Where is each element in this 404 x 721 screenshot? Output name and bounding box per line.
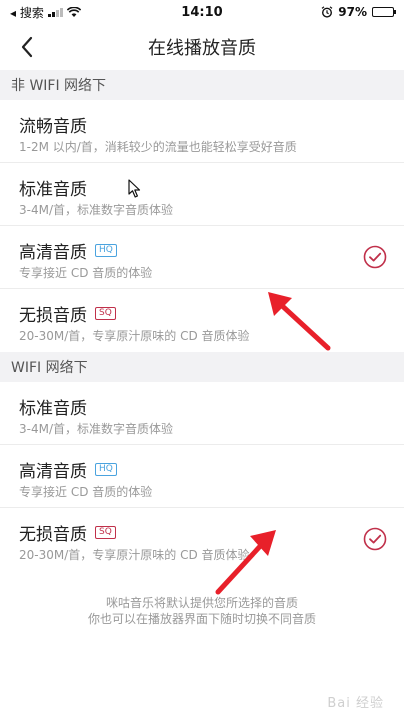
option-title-text: 标准音质 xyxy=(19,180,87,200)
option-non-wifi-standard[interactable]: 标准音质 3-4M/首，标准数字音质体验 xyxy=(0,163,404,226)
sq-badge: SQ xyxy=(95,526,116,539)
chevron-left-icon xyxy=(21,36,33,58)
option-desc: 3-4M/首，标准数字音质体验 xyxy=(19,422,173,436)
check-circle-icon xyxy=(363,527,387,551)
option-title: 高清音质 HQ xyxy=(19,238,117,263)
option-title: 无损音质 SQ xyxy=(19,301,116,326)
option-wifi-sq[interactable]: 无损音质 SQ 20-30M/首，专享原汁原味的 CD 音质体验 xyxy=(0,508,404,571)
option-title: 标准音质 xyxy=(19,394,87,419)
footer-line-1: 咪咕音乐将默认提供您所选择的音质 xyxy=(105,596,298,610)
option-title: 流畅音质 xyxy=(19,112,87,137)
status-time: 14:10 xyxy=(181,4,223,20)
hq-badge: HQ xyxy=(95,244,117,257)
option-desc: 3-4M/首，标准数字音质体验 xyxy=(19,203,173,217)
option-title: 高清音质 HQ xyxy=(19,457,117,482)
battery-icon xyxy=(372,7,396,17)
option-title-text: 无损音质 xyxy=(19,525,87,545)
footer-note: 咪咕音乐将默认提供您所选择的音质 你也可以在播放器界面下随时切换不同音质 xyxy=(0,595,404,627)
option-title: 标准音质 xyxy=(19,175,87,200)
page-title: 在线播放音质 xyxy=(148,38,256,59)
option-desc: 专享接近 CD 音质的体验 xyxy=(19,266,153,280)
option-non-wifi-sq[interactable]: 无损音质 SQ 20-30M/首，专享原汁原味的 CD 音质体验 xyxy=(0,289,404,352)
option-title-text: 高清音质 xyxy=(19,462,87,482)
section-header-wifi: WIFI 网络下 xyxy=(0,352,404,382)
nav-bar: 在线播放音质 xyxy=(0,24,404,70)
option-desc: 1-2M 以内/首，消耗较少的流量也能轻松享受好音质 xyxy=(19,140,297,154)
check-circle-icon xyxy=(363,245,387,269)
option-title-text: 无损音质 xyxy=(19,306,87,326)
option-non-wifi-hq[interactable]: 高清音质 HQ 专享接近 CD 音质的体验 xyxy=(0,226,404,289)
watermark: Bai 经验 xyxy=(327,696,384,711)
section-header-non-wifi: 非 WIFI 网络下 xyxy=(0,70,404,100)
mouse-cursor-icon xyxy=(128,179,141,198)
option-wifi-standard[interactable]: 标准音质 3-4M/首，标准数字音质体验 xyxy=(0,382,404,445)
footer-line-2: 你也可以在播放器界面下随时切换不同音质 xyxy=(87,612,316,626)
option-title-text: 高清音质 xyxy=(19,243,87,263)
option-title-text: 流畅音质 xyxy=(19,117,87,137)
option-title-text: 标准音质 xyxy=(19,399,87,419)
option-desc: 20-30M/首，专享原汁原味的 CD 音质体验 xyxy=(19,548,250,562)
option-title: 无损音质 SQ xyxy=(19,520,116,545)
sq-badge: SQ xyxy=(95,307,116,320)
hq-badge: HQ xyxy=(95,463,117,476)
back-button[interactable] xyxy=(10,30,44,64)
option-desc: 20-30M/首，专享原汁原味的 CD 音质体验 xyxy=(19,329,250,343)
option-wifi-hq[interactable]: 高清音质 HQ 专享接近 CD 音质的体验 xyxy=(0,445,404,508)
option-non-wifi-smooth[interactable]: 流畅音质 1-2M 以内/首，消耗较少的流量也能轻松享受好音质 xyxy=(0,100,404,163)
option-desc: 专享接近 CD 音质的体验 xyxy=(19,485,153,499)
status-bar: ◂ 搜索 14:10 97% xyxy=(0,0,404,24)
